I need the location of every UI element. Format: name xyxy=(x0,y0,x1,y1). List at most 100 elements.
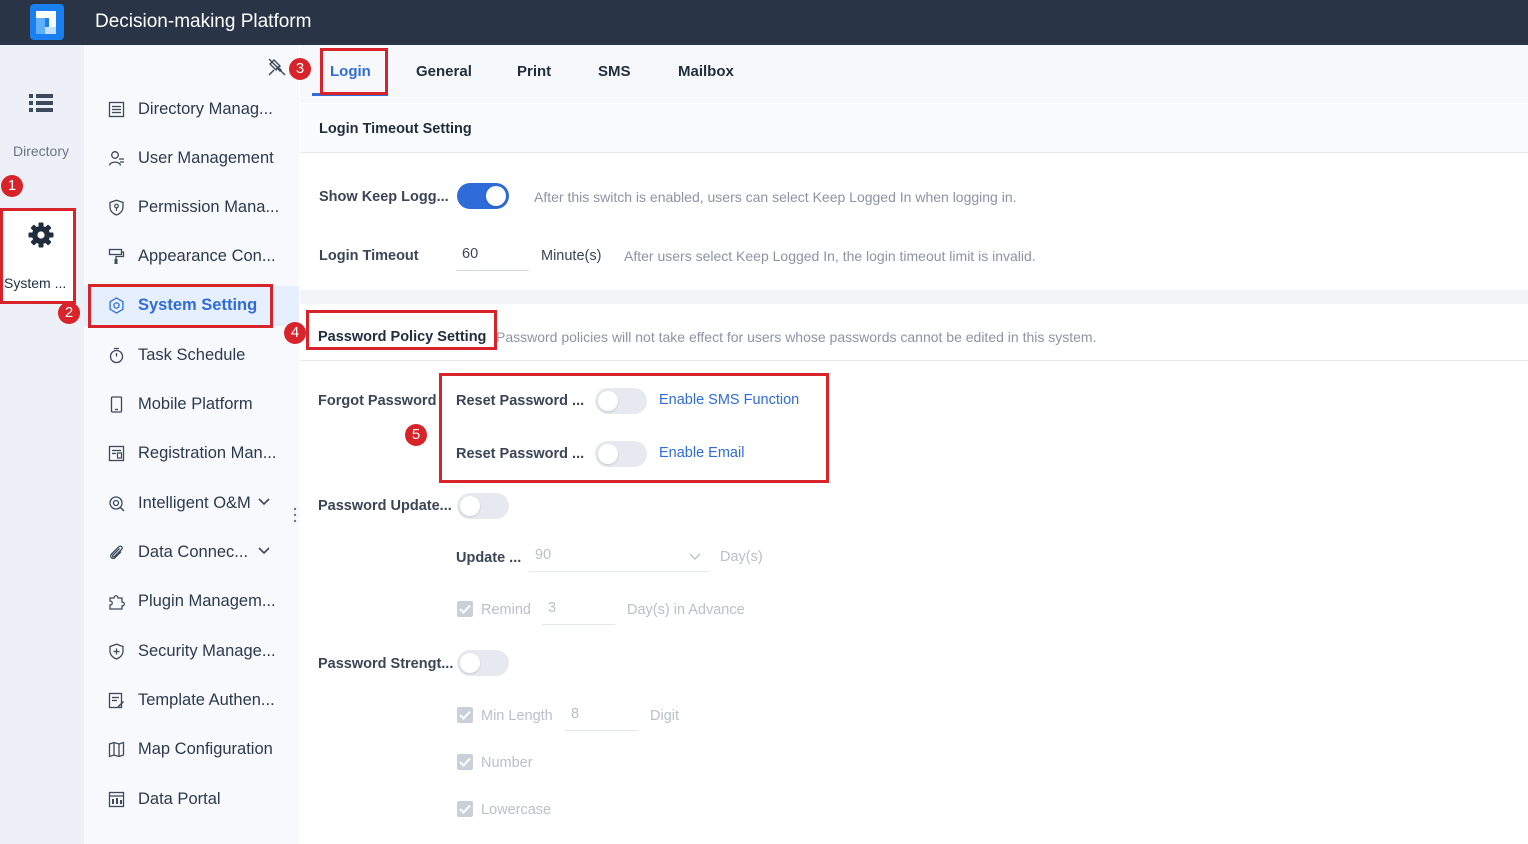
tab-print[interactable]: Print xyxy=(517,63,551,80)
template-icon xyxy=(108,692,125,709)
tab-mailbox[interactable]: Mailbox xyxy=(678,63,734,80)
submenu-item-label: Appearance Con... xyxy=(138,247,276,266)
rail-directory-label[interactable]: Directory xyxy=(0,143,82,159)
keep-logged-toggle[interactable] xyxy=(457,183,509,209)
update-period-label: Update ... xyxy=(456,550,521,566)
submenu-item-label: Plugin Managem... xyxy=(138,592,276,611)
check-icon xyxy=(459,604,471,614)
number-checkbox[interactable] xyxy=(457,754,473,770)
submenu-item-template-authentication[interactable]: Template Authen... xyxy=(84,681,299,721)
register-icon xyxy=(108,445,125,462)
remind-days-value: 3 xyxy=(548,600,556,616)
highlight-box-password-policy xyxy=(306,310,497,350)
remind-label: Remind xyxy=(481,602,531,618)
login-timeout-title: Login Timeout Setting xyxy=(319,121,472,137)
highlight-box-login-tab xyxy=(320,48,388,95)
chevron-down-icon xyxy=(258,498,270,506)
directory-list-icon[interactable] xyxy=(29,92,53,114)
tab-sms[interactable]: SMS xyxy=(598,63,631,80)
submenu-item-directory-management[interactable]: Directory Manag... xyxy=(84,90,299,130)
section-gap xyxy=(300,290,1528,304)
submenu-item-appearance-configuration[interactable]: Appearance Con... xyxy=(84,237,299,277)
password-strength-label: Password Strengt... xyxy=(318,656,453,672)
highlight-box-system xyxy=(0,208,76,304)
highlight-box-system-setting xyxy=(88,284,273,328)
toggle-knob xyxy=(460,496,480,516)
app-logo-icon xyxy=(30,4,64,40)
number-label: Number xyxy=(481,755,533,771)
chevron-down-icon xyxy=(258,547,270,555)
annotation-badge-2: 2 xyxy=(58,302,80,324)
password-strength-toggle[interactable] xyxy=(457,650,509,676)
login-timeout-hint: After users select Keep Logged In, the l… xyxy=(624,248,1036,264)
forgot-password-label: Forgot Password xyxy=(318,393,436,409)
unpin-icon[interactable] xyxy=(268,58,286,76)
remind-unit: Day(s) in Advance xyxy=(627,602,745,618)
submenu-item-map-configuration[interactable]: Map Configuration xyxy=(84,730,299,770)
annotation-badge-3: 3 xyxy=(289,58,311,80)
stopwatch-icon xyxy=(108,347,125,364)
list-icon xyxy=(108,101,125,118)
app-title: Decision-making Platform xyxy=(95,11,311,33)
submenu-item-label: Mobile Platform xyxy=(138,395,253,414)
login-timeout-section-header xyxy=(300,104,1528,153)
submenu-item-label: User Management xyxy=(138,149,274,168)
update-period-value: 90 xyxy=(535,547,551,563)
paperclip-icon xyxy=(108,544,125,561)
submenu-item-label: Intelligent O&M xyxy=(138,494,251,513)
submenu-item-label: Template Authen... xyxy=(138,691,275,710)
submenu-item-plugin-management[interactable]: Plugin Managem... xyxy=(84,582,299,622)
min-length-checkbox[interactable] xyxy=(457,707,473,723)
annotation-badge-4: 4 xyxy=(284,322,306,344)
portal-icon xyxy=(108,791,125,808)
submenu-item-label: Task Schedule xyxy=(138,346,245,365)
submenu-item-registration-management[interactable]: Registration Man... xyxy=(84,434,299,474)
remind-days-input[interactable]: 3 xyxy=(542,596,615,625)
top-bar: Decision-making Platform xyxy=(0,0,1528,45)
update-period-select[interactable]: 90 xyxy=(529,543,709,572)
phone-icon xyxy=(108,396,125,413)
map-icon xyxy=(108,741,125,758)
submenu-item-data-connection[interactable]: Data Connec... xyxy=(84,533,299,573)
submenu-item-user-management[interactable]: User Management xyxy=(84,139,299,179)
login-timeout-value: 60 xyxy=(462,246,478,262)
remind-checkbox[interactable] xyxy=(457,601,473,617)
puzzle-icon xyxy=(108,593,125,610)
paint-roller-icon xyxy=(108,248,125,265)
highlight-box-forgot-password xyxy=(439,373,829,483)
submenu-item-label: Permission Mana... xyxy=(138,198,279,217)
keep-logged-hint: After this switch is enabled, users can … xyxy=(534,189,1017,205)
password-update-toggle[interactable] xyxy=(457,493,509,519)
om-icon xyxy=(108,495,125,512)
submenu-item-label: Data Portal xyxy=(138,790,221,809)
tab-general[interactable]: General xyxy=(416,63,472,80)
password-policy-note: Password policies will not take effect f… xyxy=(496,329,1096,345)
nav-rail xyxy=(0,45,84,844)
login-timeout-label: Login Timeout xyxy=(319,248,419,264)
submenu-item-label: Data Connec... xyxy=(138,543,248,562)
annotation-badge-1: 1 xyxy=(1,175,23,197)
password-update-label: Password Update... xyxy=(318,498,452,514)
login-timeout-unit: Minute(s) xyxy=(541,248,601,264)
annotation-badge-5: 5 xyxy=(405,424,427,446)
check-icon xyxy=(459,710,471,720)
chevron-down-icon xyxy=(689,553,701,561)
tab-bar xyxy=(300,45,1528,103)
submenu-item-label: Registration Man... xyxy=(138,444,276,463)
login-timeout-input[interactable]: 60 xyxy=(456,242,529,271)
submenu-item-task-schedule[interactable]: Task Schedule xyxy=(84,336,299,376)
lowercase-checkbox[interactable] xyxy=(457,801,473,817)
submenu-item-permission-management[interactable]: Permission Mana... xyxy=(84,188,299,228)
submenu-item-label: Map Configuration xyxy=(138,740,273,759)
submenu-item-intelligent-om[interactable]: Intelligent O&M xyxy=(84,484,299,524)
shield-key-icon xyxy=(108,199,125,216)
toggle-knob xyxy=(486,186,506,206)
check-icon xyxy=(459,804,471,814)
toggle-knob xyxy=(460,653,480,673)
min-length-input[interactable]: 8 xyxy=(565,702,638,731)
submenu-item-data-portal[interactable]: Data Portal xyxy=(84,780,299,820)
user-icon xyxy=(108,150,125,167)
submenu-item-security-management[interactable]: Security Manage... xyxy=(84,632,299,672)
min-length-value: 8 xyxy=(571,706,579,722)
submenu-item-mobile-platform[interactable]: Mobile Platform xyxy=(84,385,299,425)
